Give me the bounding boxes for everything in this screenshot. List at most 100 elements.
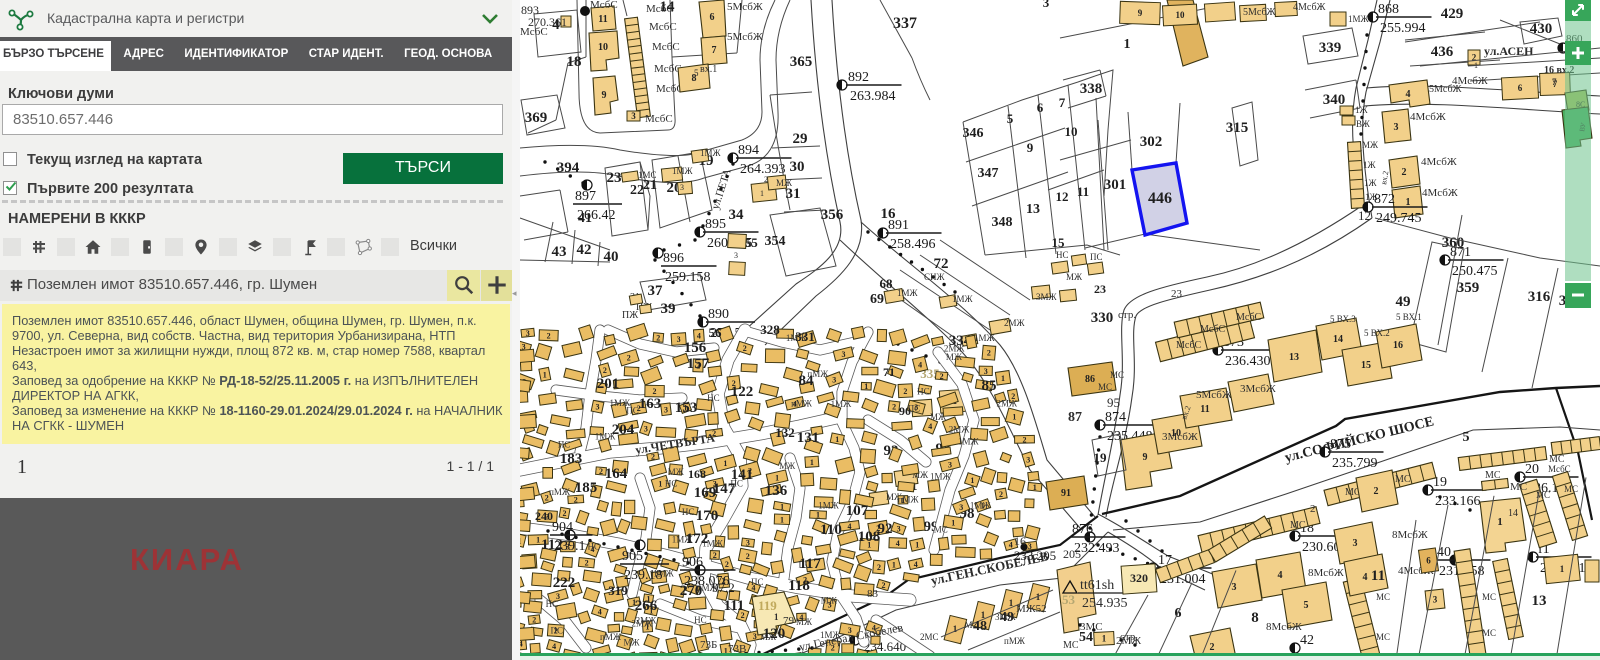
svg-text:21: 21 bbox=[643, 178, 657, 193]
svg-text:МС: МС bbox=[1510, 481, 1527, 493]
svg-text:вх.1: вх.1 bbox=[700, 64, 717, 75]
svg-text:348: 348 bbox=[992, 215, 1013, 230]
svg-text:1Ж: 1Ж bbox=[1363, 160, 1377, 170]
svg-text:2: 2 bbox=[1310, 503, 1316, 515]
svg-text:315: 315 bbox=[1226, 120, 1249, 136]
svg-text:328: 328 bbox=[760, 322, 780, 337]
svg-text:3: 3 bbox=[680, 183, 684, 192]
svg-text:1МС: 1МС bbox=[638, 170, 657, 180]
svg-text:905: 905 bbox=[622, 549, 643, 564]
svg-text:3МсбЖ: 3МсбЖ bbox=[1162, 431, 1198, 443]
svg-text:2: 2 bbox=[764, 175, 768, 184]
svg-text:4: 4 bbox=[896, 539, 900, 548]
svg-text:4: 4 bbox=[928, 422, 932, 431]
svg-text:339: 339 bbox=[1319, 40, 1342, 56]
svg-text:97.2: 97.2 bbox=[712, 580, 735, 595]
svg-text:1: 1 bbox=[723, 459, 727, 468]
svg-text:31: 31 bbox=[786, 186, 801, 202]
svg-text:85: 85 bbox=[982, 378, 997, 394]
svg-text:2: 2 bbox=[627, 354, 631, 363]
svg-text:НС: НС bbox=[707, 393, 720, 403]
svg-text:2: 2 bbox=[574, 495, 578, 504]
svg-text:23: 23 bbox=[1171, 288, 1183, 300]
svg-text:316: 316 bbox=[1528, 289, 1551, 305]
svg-text:МЖ: МЖ bbox=[1066, 272, 1083, 282]
svg-text:МС: МС bbox=[1290, 520, 1306, 531]
svg-text:МС: МС bbox=[1098, 382, 1112, 392]
svg-text:240: 240 bbox=[535, 509, 553, 523]
svg-text:22: 22 bbox=[630, 183, 644, 198]
svg-text:2: 2 bbox=[1023, 435, 1027, 444]
svg-text:68: 68 bbox=[880, 276, 894, 291]
svg-text:1: 1 bbox=[774, 612, 779, 622]
svg-text:2: 2 bbox=[746, 552, 750, 561]
svg-text:5: 5 bbox=[1304, 600, 1309, 611]
svg-text:4: 4 bbox=[552, 17, 560, 33]
svg-text:95: 95 bbox=[1107, 395, 1120, 410]
svg-text:3: 3 bbox=[897, 525, 901, 534]
svg-text:23: 23 bbox=[1094, 282, 1106, 296]
svg-text:302: 302 bbox=[1140, 134, 1163, 150]
svg-text:2: 2 bbox=[713, 551, 717, 560]
svg-text:239.18: 239.18 bbox=[624, 568, 663, 583]
svg-text:4: 4 bbox=[1363, 572, 1368, 583]
svg-text:37: 37 bbox=[648, 283, 664, 299]
svg-text:1: 1 bbox=[1001, 374, 1005, 383]
svg-text:2МЖ: 2МЖ bbox=[1004, 318, 1026, 328]
svg-text:1: 1 bbox=[1102, 634, 1107, 644]
svg-text:11: 11 bbox=[598, 14, 607, 25]
svg-text:МС: МС bbox=[1482, 592, 1496, 602]
svg-text:2МС: 2МС bbox=[920, 632, 939, 642]
svg-text:42: 42 bbox=[1300, 633, 1314, 648]
svg-text:7: 7 bbox=[712, 45, 717, 56]
svg-text:40: 40 bbox=[604, 249, 619, 265]
svg-text:3: 3 bbox=[842, 350, 846, 359]
svg-text:1: 1 bbox=[760, 189, 764, 198]
svg-text:56: 56 bbox=[709, 325, 723, 340]
svg-text:5 ВХ.3: 5 ВХ.3 bbox=[1330, 314, 1356, 324]
svg-text:МсбС: МсбС bbox=[652, 41, 680, 53]
svg-text:9: 9 bbox=[1027, 140, 1034, 155]
svg-text:890: 890 bbox=[708, 307, 729, 322]
svg-text:1: 1 bbox=[810, 458, 814, 467]
svg-text:7: 7 bbox=[1552, 77, 1557, 87]
svg-text:2: 2 bbox=[882, 581, 886, 590]
svg-text:23: 23 bbox=[607, 170, 622, 186]
svg-text:2: 2 bbox=[599, 467, 603, 476]
svg-text:90: 90 bbox=[899, 404, 911, 418]
svg-text:169: 169 bbox=[694, 485, 717, 501]
svg-text:132: 132 bbox=[775, 425, 795, 440]
svg-text:3: 3 bbox=[644, 424, 648, 433]
svg-text:1МЖ: 1МЖ bbox=[897, 288, 919, 298]
svg-text:107: 107 bbox=[846, 503, 869, 519]
svg-text:255.994: 255.994 bbox=[1380, 21, 1426, 36]
svg-text:331: 331 bbox=[795, 329, 815, 344]
svg-text:1МЖ: 1МЖ bbox=[930, 472, 952, 482]
svg-text:МС: МС bbox=[1376, 632, 1390, 642]
svg-text:1: 1 bbox=[746, 237, 750, 246]
svg-text:320: 320 bbox=[1130, 571, 1148, 585]
svg-text:436: 436 bbox=[1431, 44, 1454, 60]
svg-text:1: 1 bbox=[892, 560, 896, 569]
svg-text:892: 892 bbox=[848, 70, 869, 85]
svg-text:1: 1 bbox=[780, 515, 784, 524]
svg-text:2: 2 bbox=[940, 372, 944, 381]
svg-text:2МЖ: 2МЖ bbox=[944, 343, 966, 353]
svg-text:7: 7 bbox=[1059, 95, 1066, 110]
svg-text:72: 72 bbox=[934, 256, 949, 272]
svg-text:1: 1 bbox=[1124, 37, 1131, 52]
svg-text:3МсбЖ: 3МсбЖ bbox=[1240, 383, 1276, 395]
svg-text:1: 1 bbox=[543, 370, 547, 379]
svg-text:872: 872 bbox=[1374, 192, 1395, 207]
svg-text:157: 157 bbox=[687, 356, 710, 372]
svg-text:ВЖ: ВЖ bbox=[1356, 119, 1371, 129]
svg-text:3: 3 bbox=[734, 251, 738, 260]
svg-text:41: 41 bbox=[578, 211, 592, 226]
svg-text:14: 14 bbox=[1333, 334, 1343, 345]
svg-text:2: 2 bbox=[532, 616, 536, 625]
svg-text:117: 117 bbox=[799, 556, 821, 572]
svg-text:205: 205 bbox=[1063, 547, 1081, 561]
svg-text:201: 201 bbox=[597, 376, 620, 392]
svg-text:МсбС: МсбС bbox=[645, 113, 673, 125]
svg-text:394: 394 bbox=[557, 160, 580, 176]
